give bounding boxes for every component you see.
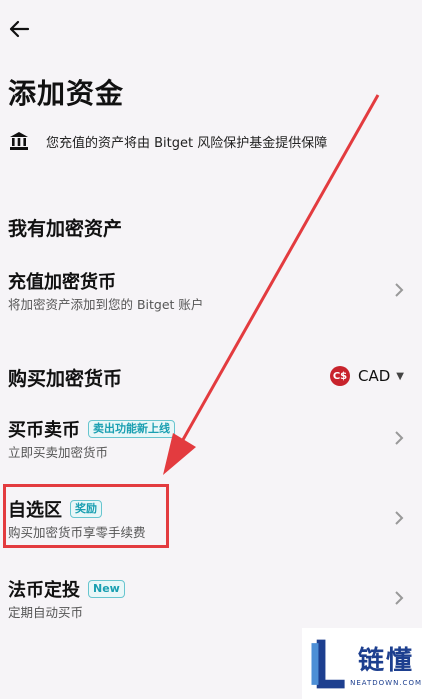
buy-sell-desc: 立即买卖加密货币 <box>8 445 109 460</box>
currency-code: CAD <box>358 367 391 385</box>
page-title: 添加资金 <box>8 77 125 110</box>
sell-new-tag: 卖出功能新上线 <box>88 420 175 438</box>
currency-selector[interactable]: C$ CAD ▼ <box>330 366 404 386</box>
watchlist-desc: 购买加密货币享零手续费 <box>8 525 146 540</box>
chevron-right-icon <box>395 591 404 605</box>
recurring-buy-row[interactable]: 法币定投 New 定期自动买币 <box>0 572 422 632</box>
watermark-logo-icon <box>311 639 345 688</box>
section-title-crypto: 我有加密资产 <box>8 218 123 240</box>
chevron-right-icon <box>395 283 404 297</box>
deposit-crypto-label: 充值加密货币 <box>8 272 116 293</box>
back-arrow-icon[interactable] <box>8 18 30 40</box>
bank-icon <box>10 132 28 150</box>
protection-notice: 您充值的资产将由 Bitget 风险保护基金提供保障 <box>8 130 327 152</box>
buy-sell-label: 买币卖币 <box>8 420 80 441</box>
currency-coin-icon: C$ <box>330 366 350 386</box>
deposit-crypto-row[interactable]: 充值加密货币 将加密资产添加到您的 Bitget 账户 <box>0 264 422 324</box>
new-tag: New <box>88 580 125 598</box>
watermark-text: 链懂 <box>358 646 415 676</box>
recurring-buy-desc: 定期自动买币 <box>8 605 84 620</box>
section-title-buy: 购买加密货币 <box>8 368 123 390</box>
reward-tag: 奖励 <box>70 500 102 518</box>
watchlist-label: 自选区 <box>8 500 62 521</box>
watchlist-row[interactable]: 自选区 奖励 购买加密货币享零手续费 <box>0 492 422 552</box>
watermark: 链懂 NEATDOWN.COM <box>302 628 422 699</box>
recurring-buy-label: 法币定投 <box>8 580 80 601</box>
caret-down-icon: ▼ <box>396 370 404 382</box>
chevron-right-icon <box>395 511 404 525</box>
watermark-subtext: NEATDOWN.COM <box>350 679 422 687</box>
notice-text: 您充值的资产将由 Bitget 风险保护基金提供保障 <box>46 135 328 151</box>
chevron-right-icon <box>395 431 404 445</box>
buy-sell-row[interactable]: 买币卖币 卖出功能新上线 立即买卖加密货币 <box>0 412 422 472</box>
deposit-crypto-desc: 将加密资产添加到您的 Bitget 账户 <box>8 297 204 312</box>
